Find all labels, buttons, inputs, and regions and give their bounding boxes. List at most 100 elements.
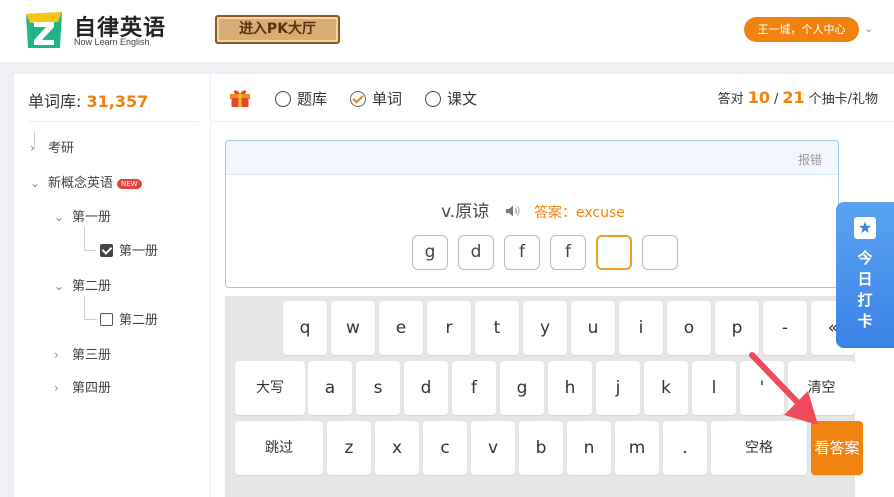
tree-item-book2[interactable]: ⌄ 第二册 xyxy=(54,275,111,294)
checkin-char: 卡 xyxy=(857,312,873,330)
letter-box[interactable]: f xyxy=(550,235,586,270)
key-w[interactable]: w xyxy=(331,301,375,355)
letter-box[interactable]: g xyxy=(412,235,448,270)
key-b[interactable]: b xyxy=(519,421,563,475)
score-prefix: 答对 xyxy=(717,92,744,107)
letter-box[interactable] xyxy=(642,235,678,270)
word-meaning: v.原谅 xyxy=(441,202,490,222)
key-q[interactable]: q xyxy=(283,301,327,355)
key-n[interactable]: n xyxy=(567,421,611,475)
tree-item-nce[interactable]: ⌄ 新概念英语 NEW xyxy=(30,172,142,191)
key-caps[interactable]: 大写 xyxy=(235,361,305,415)
key-skip[interactable]: 跳过 xyxy=(235,421,323,475)
tree-line xyxy=(84,250,96,251)
tree-item-label: 第一册 xyxy=(119,244,159,259)
tree-item-kaoyan[interactable]: › 考研 xyxy=(30,137,74,156)
key-d[interactable]: d xyxy=(404,361,448,415)
tree-item-label: 考研 xyxy=(48,141,75,156)
tree-item-label: 第二册 xyxy=(119,313,159,328)
key-m[interactable]: m xyxy=(615,421,659,475)
score-separator: / xyxy=(773,92,779,107)
tree-item-label: 第四册 xyxy=(72,381,112,396)
logo-icon xyxy=(26,12,62,48)
key-f[interactable]: f xyxy=(452,361,496,415)
chevron-down-icon: ⌄ xyxy=(30,176,41,190)
tree-item-label: 第二册 xyxy=(72,279,112,294)
key-v[interactable]: v xyxy=(471,421,515,475)
word-card: 报错 v.原谅 答案：excuse g d f f xyxy=(225,140,839,288)
total-count: 21 xyxy=(782,88,805,107)
checkin-char: 今 xyxy=(857,249,873,267)
header: 自律英语 Now Learn English 进入PK大厅 王一城，个人中心 ⌄ xyxy=(0,0,894,62)
speaker-icon[interactable] xyxy=(505,204,521,218)
tree-line xyxy=(84,227,85,251)
star-icon: ★ xyxy=(854,217,876,239)
letter-box-active[interactable] xyxy=(596,235,632,270)
chevron-down-icon[interactable]: ⌄ xyxy=(864,22,873,35)
checkin-label: 今日打卡 xyxy=(836,248,894,332)
key-t[interactable]: t xyxy=(475,301,519,355)
daily-checkin-tab[interactable]: ★ 今日打卡 xyxy=(836,202,894,348)
radio-label: 课文 xyxy=(447,90,478,108)
chevron-right-icon: › xyxy=(54,348,59,362)
radio-button[interactable] xyxy=(425,91,441,107)
key-h[interactable]: h xyxy=(548,361,592,415)
key-s[interactable]: s xyxy=(356,361,400,415)
key-k[interactable]: k xyxy=(644,361,688,415)
radio-words[interactable]: 单词 xyxy=(350,88,402,109)
radio-label: 题库 xyxy=(297,90,328,108)
word-library-label: 单词库: xyxy=(28,92,82,111)
tree-item-label: 第三册 xyxy=(72,348,112,363)
key-e[interactable]: e xyxy=(379,301,423,355)
letter-box[interactable]: f xyxy=(504,235,540,270)
tree-item-book2-check[interactable]: 第二册 xyxy=(100,309,158,328)
tree-item-book3[interactable]: › 第三册 xyxy=(54,344,111,363)
key-l[interactable]: l xyxy=(692,361,736,415)
key-i[interactable]: i xyxy=(619,301,663,355)
card-header xyxy=(226,141,838,175)
divider xyxy=(211,121,894,122)
word-library-number: 31,357 xyxy=(86,92,149,111)
key-z[interactable]: z xyxy=(327,421,371,475)
logo-subtitle: Now Learn English xyxy=(74,37,150,47)
tree-item-label: 新概念英语 xyxy=(48,176,114,191)
key-c[interactable]: c xyxy=(423,421,467,475)
tree-item-book1[interactable]: ⌄ 第一册 xyxy=(54,206,111,225)
tree-line xyxy=(84,296,85,320)
checkbox-checked[interactable] xyxy=(100,244,113,257)
divider xyxy=(28,121,198,122)
sidebar: 单词库: 31,357 › 考研 ⌄ 新概念英语 NEW ⌄ 第一册 第一册 ⌄ 第二册 … xyxy=(14,74,210,497)
key-r[interactable]: r xyxy=(427,301,471,355)
gift-icon[interactable] xyxy=(229,88,251,108)
radio-button-checked[interactable] xyxy=(350,91,366,107)
key-g[interactable]: g xyxy=(500,361,544,415)
key-o[interactable]: o xyxy=(667,301,711,355)
radio-button[interactable] xyxy=(275,91,291,107)
tree-line xyxy=(84,319,96,320)
new-badge: NEW xyxy=(117,178,142,189)
key-period[interactable]: . xyxy=(663,421,707,475)
arrow-pointer-icon xyxy=(749,352,818,425)
radio-label: 单词 xyxy=(372,90,403,108)
key-j[interactable]: j xyxy=(596,361,640,415)
checkbox-unchecked[interactable] xyxy=(100,313,113,326)
radio-question-bank[interactable]: 题库 xyxy=(275,88,327,109)
correct-count: 10 xyxy=(747,88,770,107)
answer-text: 答案：excuse xyxy=(534,205,625,221)
score-suffix: 个抽卡/礼物 xyxy=(808,92,878,107)
radio-texts[interactable]: 课文 xyxy=(425,88,477,109)
tree-item-book1-check[interactable]: 第一册 xyxy=(100,240,158,259)
score-display: 答对 10/21 个抽卡/礼物 xyxy=(718,88,878,107)
letter-box[interactable]: d xyxy=(458,235,494,270)
user-center-button[interactable]: 王一城，个人中心 xyxy=(744,17,859,42)
key-u[interactable]: u xyxy=(571,301,615,355)
key-x[interactable]: x xyxy=(375,421,419,475)
report-error-link[interactable]: 报错 xyxy=(798,151,822,168)
key-y[interactable]: y xyxy=(523,301,567,355)
pk-hall-button[interactable]: 进入PK大厅 xyxy=(215,15,340,44)
key-a[interactable]: a xyxy=(308,361,352,415)
chevron-down-icon: ⌄ xyxy=(54,210,65,224)
tree-item-book4[interactable]: › 第四册 xyxy=(54,377,111,396)
checkin-char: 打 xyxy=(857,291,873,309)
chevron-right-icon: › xyxy=(54,381,59,395)
